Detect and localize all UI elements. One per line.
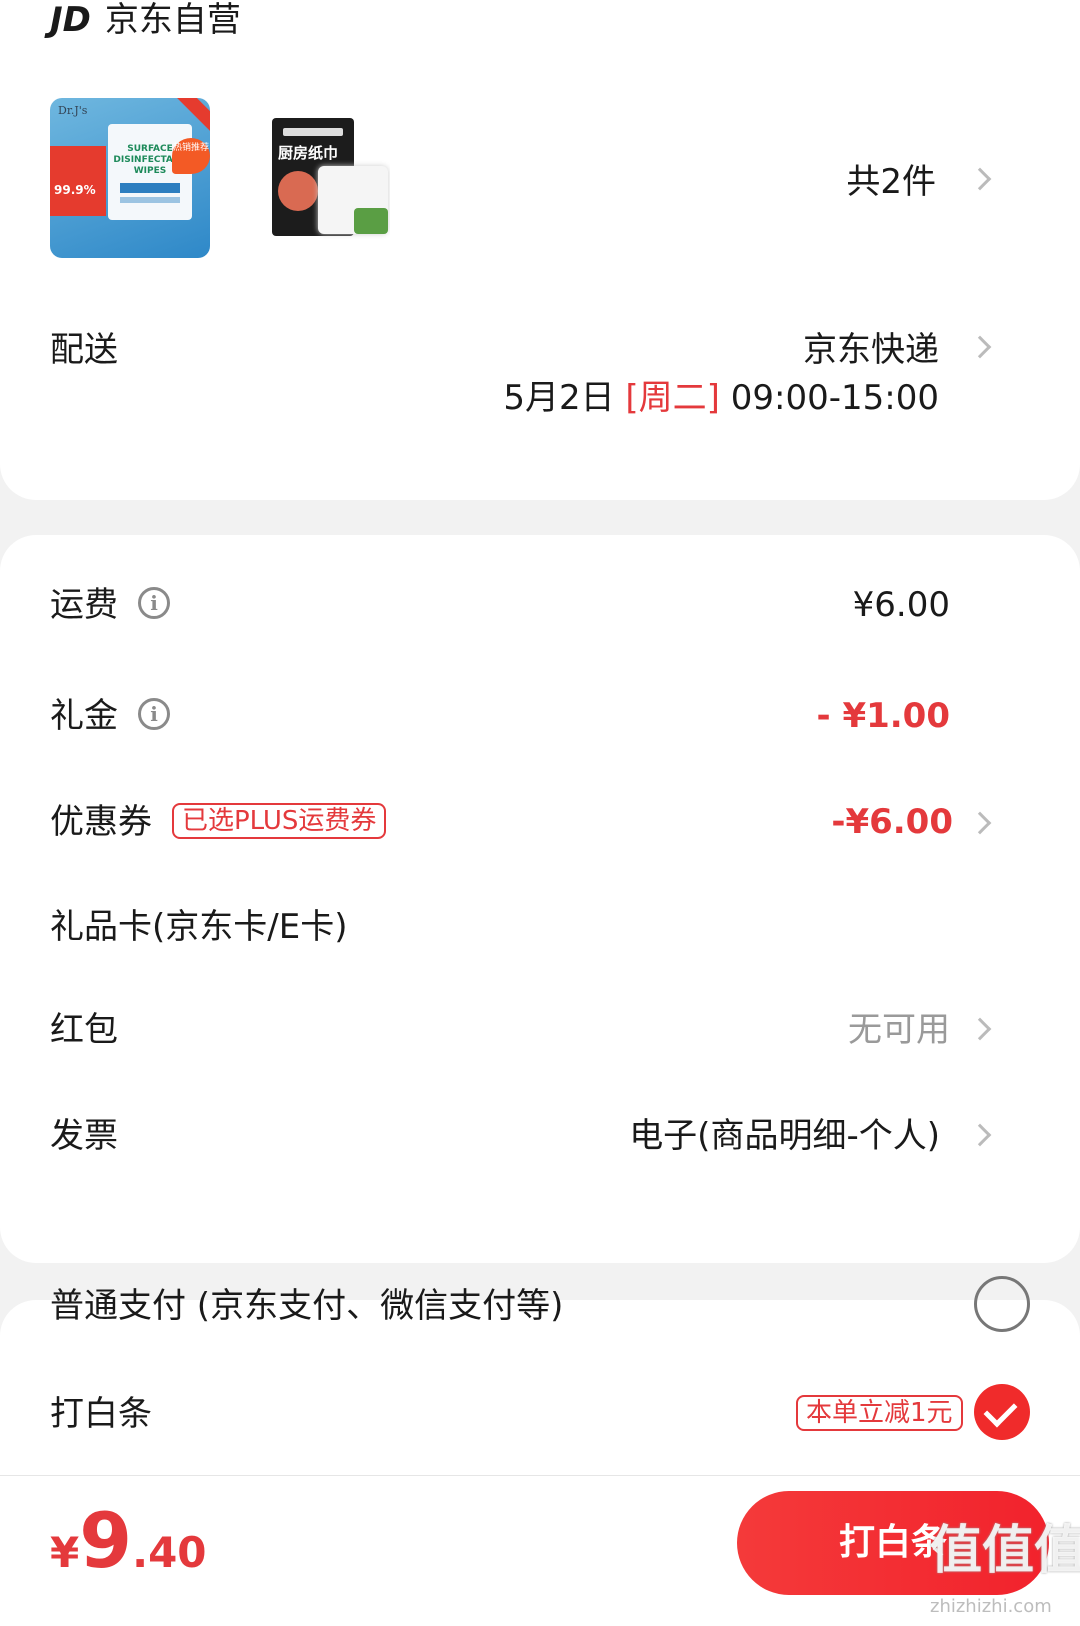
payment-baitiao-check-icon[interactable]: [974, 1384, 1030, 1440]
price-integer: 9: [79, 1496, 133, 1585]
gift-money-label: 礼金: [50, 696, 118, 736]
red-packet-chevron-icon[interactable]: [968, 1017, 992, 1041]
items-count[interactable]: 共2件: [760, 162, 936, 202]
payment-normal-label[interactable]: 普通支付 (京东支付、微信支付等): [50, 1286, 563, 1326]
coupon-chevron-icon[interactable]: [968, 811, 992, 835]
payment-normal-radio[interactable]: [974, 1276, 1030, 1332]
watermark-url: zhizhizhi.com: [930, 1596, 1052, 1617]
tissue-pack-title: 厨房纸巾: [278, 144, 339, 162]
delivery-label: 配送: [50, 330, 118, 370]
delivery-date: 5月2日: [503, 378, 615, 418]
invoice-chevron-icon[interactable]: [968, 1123, 992, 1147]
gift-money-info-icon[interactable]: i: [138, 698, 170, 730]
shipping-info-icon[interactable]: i: [138, 587, 170, 619]
order-items-card: JD 京东自营 Dr.J's SURFACE DISINFECTANT WIPES…: [0, 0, 1080, 500]
shipping-fee-value: ¥6.00: [852, 585, 950, 625]
shipping-fee-label: 运费: [50, 585, 118, 625]
total-price: ¥9.40: [50, 1496, 207, 1585]
delivery-carrier[interactable]: 京东快递: [600, 330, 939, 370]
coupon-tag: 已选PLUS运费券: [172, 803, 387, 839]
payment-baitiao-label[interactable]: 打白条: [50, 1394, 152, 1434]
delivery-chevron-icon[interactable]: [968, 335, 992, 359]
red-packet-value[interactable]: 无可用: [700, 1010, 950, 1050]
gift-card-label[interactable]: 礼品卡(京东卡/E卡): [50, 907, 347, 947]
price-decimal: .40: [132, 1528, 207, 1577]
promo-stripe: 99.9%: [50, 146, 106, 216]
store-header: JD 京东自营: [50, 0, 241, 40]
product-brand: Dr.J's: [58, 104, 88, 117]
delivery-time[interactable]: 5月2日 [周二] 09:00-15:00: [480, 378, 939, 418]
items-chevron-icon[interactable]: [968, 167, 992, 191]
product-thumb-kitchen-paper[interactable]: 厨房纸巾: [272, 108, 390, 246]
gift-money-value: - ¥1.00: [816, 696, 951, 736]
baitiao-discount-tag: 本单立减1元: [796, 1395, 963, 1431]
delivery-window: 09:00-15:00: [730, 378, 939, 418]
price-currency: ¥: [50, 1528, 80, 1577]
store-name: 京东自营: [104, 0, 241, 40]
red-packet-label: 红包: [50, 1010, 118, 1050]
hot-badge: 热销推荐: [172, 138, 210, 174]
fees-card: 运费 i ¥6.00 礼金 i - ¥1.00 优惠券 已选PLUS运费券 -¥…: [0, 535, 1080, 1263]
invoice-value[interactable]: 电子(商品明细-个人): [560, 1116, 940, 1156]
tissue-green-box: [354, 208, 388, 234]
promo-claim: 99.9%: [54, 183, 96, 197]
coupon-label: 优惠券: [50, 802, 152, 842]
delivery-weekday: [周二]: [625, 378, 720, 418]
checkout-bar: ¥9.40 打白条 值值值 zhizhizhi.com: [0, 1475, 1080, 1626]
watermark-logo: 值值值: [930, 1521, 1080, 1581]
invoice-label: 发票: [50, 1116, 118, 1156]
product-thumb-wipes[interactable]: Dr.J's SURFACE DISINFECTANT WIPES 99.9% …: [50, 98, 210, 258]
jd-logo: JD: [50, 0, 91, 40]
coupon-value[interactable]: -¥6.00: [700, 802, 953, 842]
